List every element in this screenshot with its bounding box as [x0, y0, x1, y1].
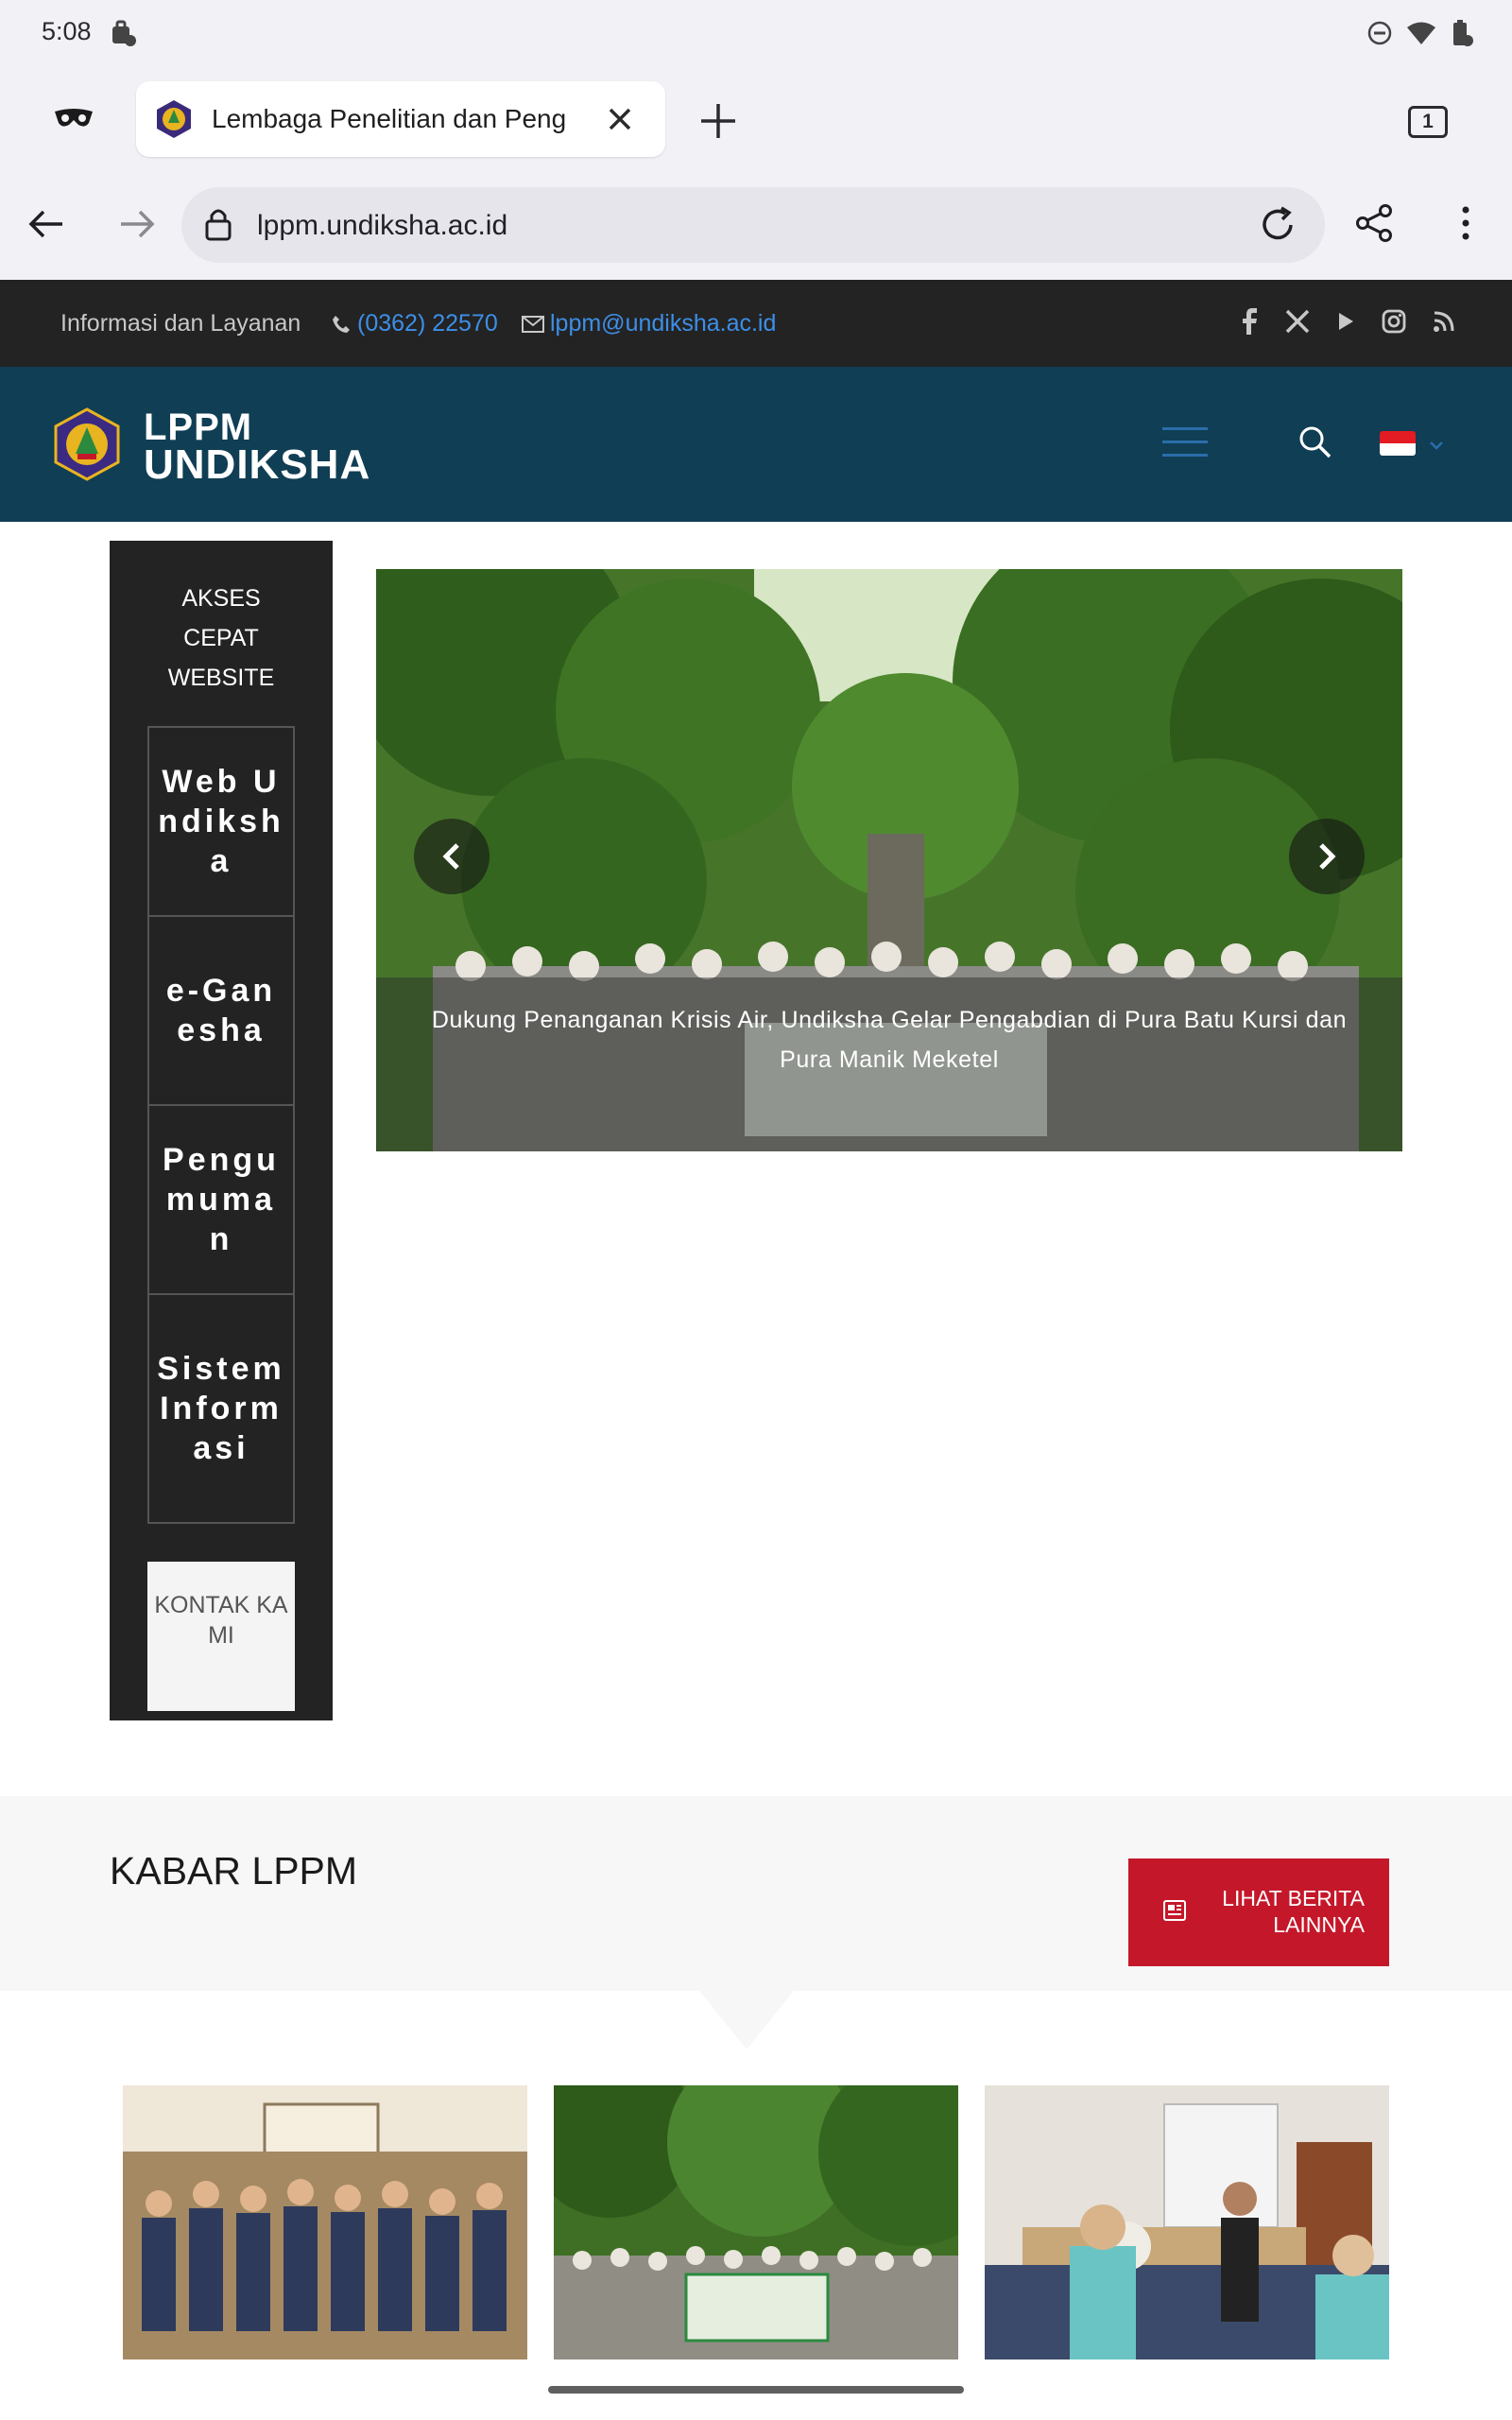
- search-icon[interactable]: [1297, 424, 1334, 466]
- logo-text-undiksha[interactable]: UNDIKSHA: [144, 444, 370, 486]
- work-profile-icon: [110, 19, 136, 52]
- lock-icon[interactable]: [204, 206, 232, 247]
- more-options-icon[interactable]: [1452, 202, 1480, 249]
- wifi-icon: [1406, 21, 1436, 50]
- more-news-label[interactable]: LIHAT BERITA LAINNYA: [1213, 1885, 1365, 1938]
- quick-link-sistem-informasi[interactable]: Sistem Informasi: [149, 1295, 293, 1522]
- facebook-icon[interactable]: [1242, 308, 1259, 339]
- news-image: [554, 2085, 958, 2360]
- news-section-header: KABAR LPPM LIHAT BERITA LAINNYA: [0, 1796, 1512, 1991]
- phone-link[interactable]: (0362) 22570: [331, 310, 498, 337]
- news-image: [985, 2085, 1389, 2360]
- browser-tab-strip: Lembaga Penelitian dan Peng 1: [0, 72, 1512, 170]
- reload-icon[interactable]: [1257, 204, 1298, 251]
- forward-arrow-icon[interactable]: [115, 202, 159, 246]
- hero-slider[interactable]: Dukung Penanganan Krisis Air, Undiksha G…: [376, 569, 1402, 1151]
- chevron-right-icon: [1319, 843, 1336, 870]
- contact-us-button[interactable]: KONTAK KAMI: [147, 1562, 295, 1711]
- hamburger-menu-icon[interactable]: [1162, 427, 1208, 461]
- indonesia-flag-icon[interactable]: [1380, 431, 1416, 456]
- status-bar: 5:08: [0, 0, 1512, 72]
- browser-toolbar: lppm.undiksha.ac.id: [0, 170, 1512, 280]
- quick-link-web-undiksha[interactable]: Web Undiksha: [149, 728, 293, 917]
- rss-icon[interactable]: [1433, 310, 1455, 337]
- slider-next-button[interactable]: [1289, 819, 1365, 894]
- more-news-button[interactable]: LIHAT BERITA LAINNYA: [1128, 1858, 1389, 1966]
- back-arrow-icon[interactable]: [25, 202, 68, 246]
- email-link[interactable]: lppm@undiksha.ac.id: [522, 310, 776, 337]
- undiksha-favicon-icon: [153, 98, 195, 140]
- youtube-icon[interactable]: [1336, 311, 1355, 337]
- quick-link-e-ganesha[interactable]: e-Ganesha: [149, 917, 293, 1106]
- section-pointer: [699, 1991, 794, 2049]
- email-text[interactable]: lppm@undiksha.ac.id: [550, 310, 776, 337]
- undiksha-logo-icon[interactable]: [49, 406, 125, 482]
- tab-title: Lembaga Penelitian dan Peng: [212, 104, 567, 133]
- mail-icon: [522, 315, 544, 333]
- newspaper-icon: [1162, 1898, 1187, 1927]
- close-tab-icon[interactable]: [601, 100, 639, 138]
- battery-icon: [1450, 19, 1474, 52]
- slider-prev-button[interactable]: [414, 819, 490, 894]
- info-label: Informasi dan Layanan: [60, 310, 301, 337]
- site-info-bar: Informasi dan Layanan (0362) 22570 lppm@…: [0, 280, 1512, 367]
- new-tab-icon[interactable]: [697, 100, 739, 142]
- gesture-home-indicator[interactable]: [548, 2386, 964, 2394]
- incognito-icon[interactable]: [53, 106, 94, 135]
- status-time: 5:08: [42, 17, 92, 45]
- share-icon[interactable]: [1353, 202, 1395, 249]
- quick-access-title-line: CEPAT: [183, 625, 259, 651]
- url-text[interactable]: lppm.undiksha.ac.id: [257, 210, 507, 242]
- quick-access-title-line: WEBSITE: [167, 665, 275, 691]
- social-links: [1242, 308, 1455, 339]
- news-thumbnail[interactable]: [985, 2085, 1389, 2360]
- chevron-down-icon[interactable]: [1429, 439, 1444, 456]
- quick-access-links: Web Undiksha e-Ganesha Pengumuman Sistem…: [147, 726, 295, 1524]
- phone-text[interactable]: (0362) 22570: [357, 310, 498, 337]
- news-image: [123, 2085, 527, 2360]
- news-thumbnail[interactable]: [123, 2085, 527, 2360]
- tab-switcher-button[interactable]: 1: [1408, 106, 1448, 138]
- address-bar[interactable]: lppm.undiksha.ac.id: [181, 187, 1325, 263]
- chevron-left-icon: [442, 843, 459, 870]
- quick-access-title-line: AKSES: [181, 585, 261, 612]
- phone-icon: [333, 315, 350, 333]
- news-thumbnail[interactable]: [554, 2085, 958, 2360]
- instagram-icon[interactable]: [1382, 309, 1406, 338]
- logo-text-lppm[interactable]: LPPM: [144, 408, 252, 446]
- slide-caption[interactable]: Dukung Penanganan Krisis Air, Undiksha G…: [376, 977, 1402, 1151]
- dnd-icon: [1366, 20, 1393, 51]
- quick-access-panel: AKSES CEPAT WEBSITE Web Undiksha e-Ganes…: [110, 541, 333, 1720]
- x-twitter-icon[interactable]: [1285, 309, 1310, 338]
- quick-access-title: AKSES CEPAT WEBSITE: [110, 579, 333, 698]
- site-header: LPPM UNDIKSHA: [0, 367, 1512, 522]
- news-heading: KABAR LPPM: [110, 1849, 358, 1893]
- browser-tab[interactable]: Lembaga Penelitian dan Peng: [136, 81, 665, 157]
- quick-link-pengumuman[interactable]: Pengumuman: [149, 1106, 293, 1295]
